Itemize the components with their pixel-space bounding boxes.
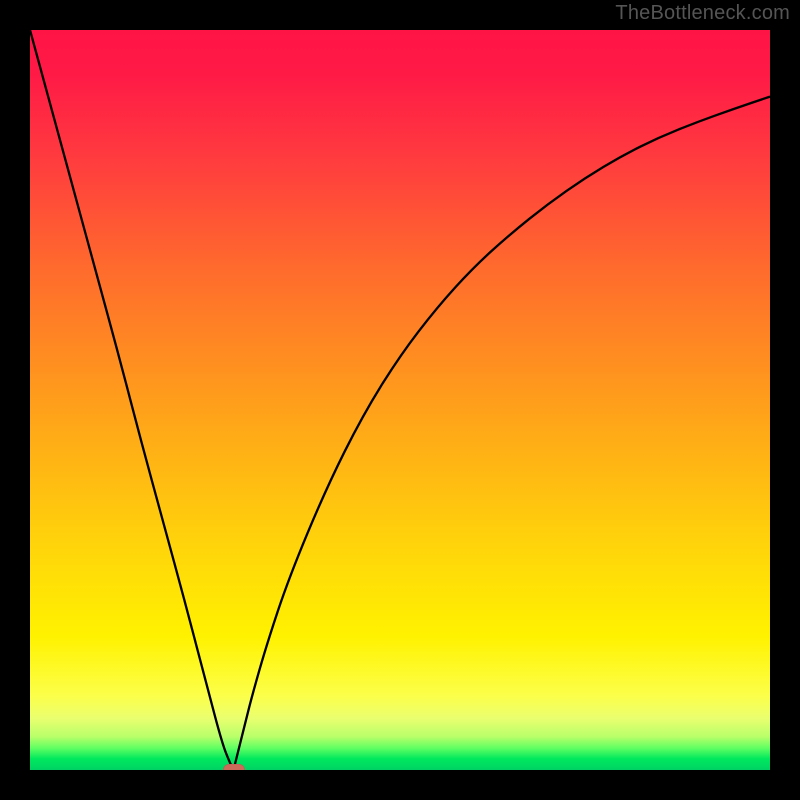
plot-area (30, 30, 770, 770)
curve-path (30, 30, 770, 770)
chart-frame: TheBottleneck.com (0, 0, 800, 800)
watermark-text: TheBottleneck.com (615, 2, 790, 25)
min-marker (223, 764, 245, 770)
bottleneck-curve (30, 30, 770, 770)
